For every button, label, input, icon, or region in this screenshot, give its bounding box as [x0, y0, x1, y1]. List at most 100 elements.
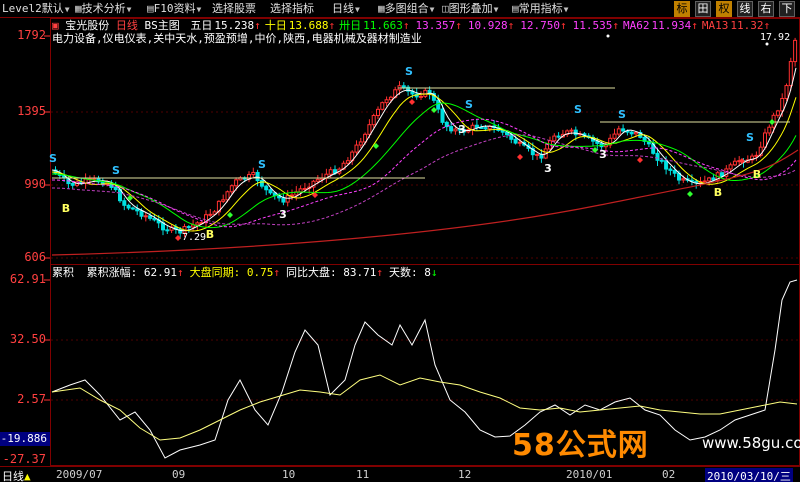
sub-value-number: 62.91 — [143, 266, 177, 279]
candle-body — [380, 102, 385, 110]
cursor-date-label: 2010/03/10/三 — [705, 468, 793, 482]
axis-label: 1395 — [17, 104, 46, 118]
candle-body — [672, 169, 677, 174]
candle-body — [612, 133, 617, 139]
buy-signal: B — [206, 228, 214, 241]
axis-label: -27.37 — [2, 452, 46, 466]
ma-value: 10.928 — [467, 19, 508, 32]
sell-signal: S — [405, 65, 413, 78]
period-tab[interactable]: 日线▲ — [2, 468, 31, 482]
signal-dot — [637, 157, 643, 163]
close-box-icon[interactable]: ▣ — [52, 19, 59, 32]
candle-body — [290, 194, 294, 197]
ma-label: 十日 — [264, 19, 287, 32]
ma10-line — [51, 93, 797, 232]
axis-label: 62.91 — [9, 272, 46, 286]
ma-value: 11.663 — [363, 19, 403, 32]
watermark-url: www.58gu.com — [702, 434, 800, 452]
date-label: 2010/01 — [566, 468, 613, 481]
sell-signal: S — [49, 152, 57, 165]
cumulative-gain-line — [51, 279, 798, 459]
ma-value: 13.688 — [288, 19, 329, 32]
candle-body — [234, 179, 239, 187]
signal-dot — [739, 158, 745, 164]
ma-value: 11.934 — [651, 19, 692, 32]
sub-indicator-values: 累积涨幅: 62.91↑ 大盘同期: 0.75↑ 同比大盘: 83.71↑ 天数: 8… — [81, 266, 438, 279]
sell-signal: S — [465, 98, 473, 111]
candle-body — [655, 152, 660, 161]
indicator-name[interactable]: BS主图 — [145, 19, 180, 32]
candle-body — [165, 229, 170, 232]
industry-tags: 电力设备,仪电仪表,关中天水,预盈预增,中价,陕西,电器机械及器材制造业 — [52, 32, 422, 45]
buy-signal: B — [62, 202, 70, 215]
count-signal: 3 — [544, 162, 552, 175]
candle-body — [208, 213, 213, 216]
candle-body — [668, 168, 673, 171]
sub-value-item: 天数: 8↓ — [389, 266, 438, 279]
candle-body — [732, 160, 737, 166]
signal-dot — [409, 99, 415, 105]
ma-value: 11.32 — [730, 19, 764, 32]
sell-signal: S — [574, 103, 582, 116]
candle-body — [788, 61, 793, 87]
candle-body — [539, 153, 544, 159]
candle-body — [793, 39, 798, 63]
candle-body — [358, 141, 363, 146]
candle-body — [376, 108, 380, 117]
arrow-up-icon: ↑ — [507, 19, 515, 32]
candle-body — [569, 129, 574, 132]
candle-body — [122, 200, 127, 206]
price-chart[interactable]: S S S S S S S S B B B B 3 3 3 3 — [0, 0, 800, 482]
axis-label: 990 — [24, 177, 46, 191]
candle-body — [328, 169, 333, 175]
sub-grid — [51, 339, 799, 401]
candle-body — [388, 96, 393, 101]
candle-body — [186, 226, 191, 229]
market-gain-line — [51, 374, 798, 441]
arrow-up-icon: ↑ — [177, 266, 184, 279]
period-tab-label: 日线 — [2, 470, 24, 482]
candle-body — [113, 186, 118, 191]
date-label: 2009/07 — [56, 468, 103, 481]
watermark-logo: 58公式网 — [512, 428, 649, 463]
candle-body — [298, 188, 303, 193]
marker-dot — [606, 34, 610, 38]
ma-item: 十日 13.688↑ — [265, 19, 335, 32]
ma-label: 卅日 — [339, 19, 362, 32]
arrow-up-icon: ↑ — [763, 19, 771, 32]
candle-body — [780, 97, 785, 112]
candle-body — [513, 138, 518, 144]
ma-item: 11.535↑ — [571, 19, 619, 32]
candle-body — [371, 115, 376, 126]
sub-value-item: 大盘同期: 0.75↑ — [189, 266, 280, 279]
axis-label: 1792 — [17, 28, 46, 42]
candle-body — [345, 160, 350, 164]
date-label: 10 — [282, 468, 296, 481]
arrow-up-icon: ↑ — [560, 19, 567, 32]
sub-indicator-info: 累积 累积涨幅: 62.91↑ 大盘同期: 0.75↑ 同比大盘: 83.71↑ 天数… — [52, 266, 438, 280]
date-label: 02 — [662, 468, 676, 481]
candle-body — [70, 183, 75, 186]
date-label: 11 — [356, 468, 370, 481]
sell-signal: S — [112, 164, 120, 177]
candle-body — [285, 195, 290, 203]
low-price-label: 7.29 — [182, 232, 207, 243]
candle-body — [281, 197, 286, 203]
count-signal: 3 — [279, 208, 287, 221]
sell-signal: S — [258, 158, 266, 171]
candle-body — [419, 95, 423, 98]
candle-body — [664, 160, 669, 170]
count-signal: 3 — [599, 148, 607, 161]
sell-signal: S — [746, 131, 754, 144]
candle-body — [681, 178, 686, 181]
candle-body — [775, 110, 780, 116]
ma-item: 卅日 11.663↑ — [339, 19, 409, 32]
ma-label: MA62 — [623, 19, 650, 32]
watermark: 58公式网 www.58gu.com — [512, 420, 800, 464]
triangle-up-icon: ▲ — [24, 470, 31, 482]
stock-name: 宝光股份 — [65, 19, 110, 32]
sub-indicator-name[interactable]: 累积 — [52, 266, 74, 279]
candle-body — [556, 135, 561, 138]
candle-body — [659, 159, 664, 162]
candle-body — [621, 128, 626, 132]
